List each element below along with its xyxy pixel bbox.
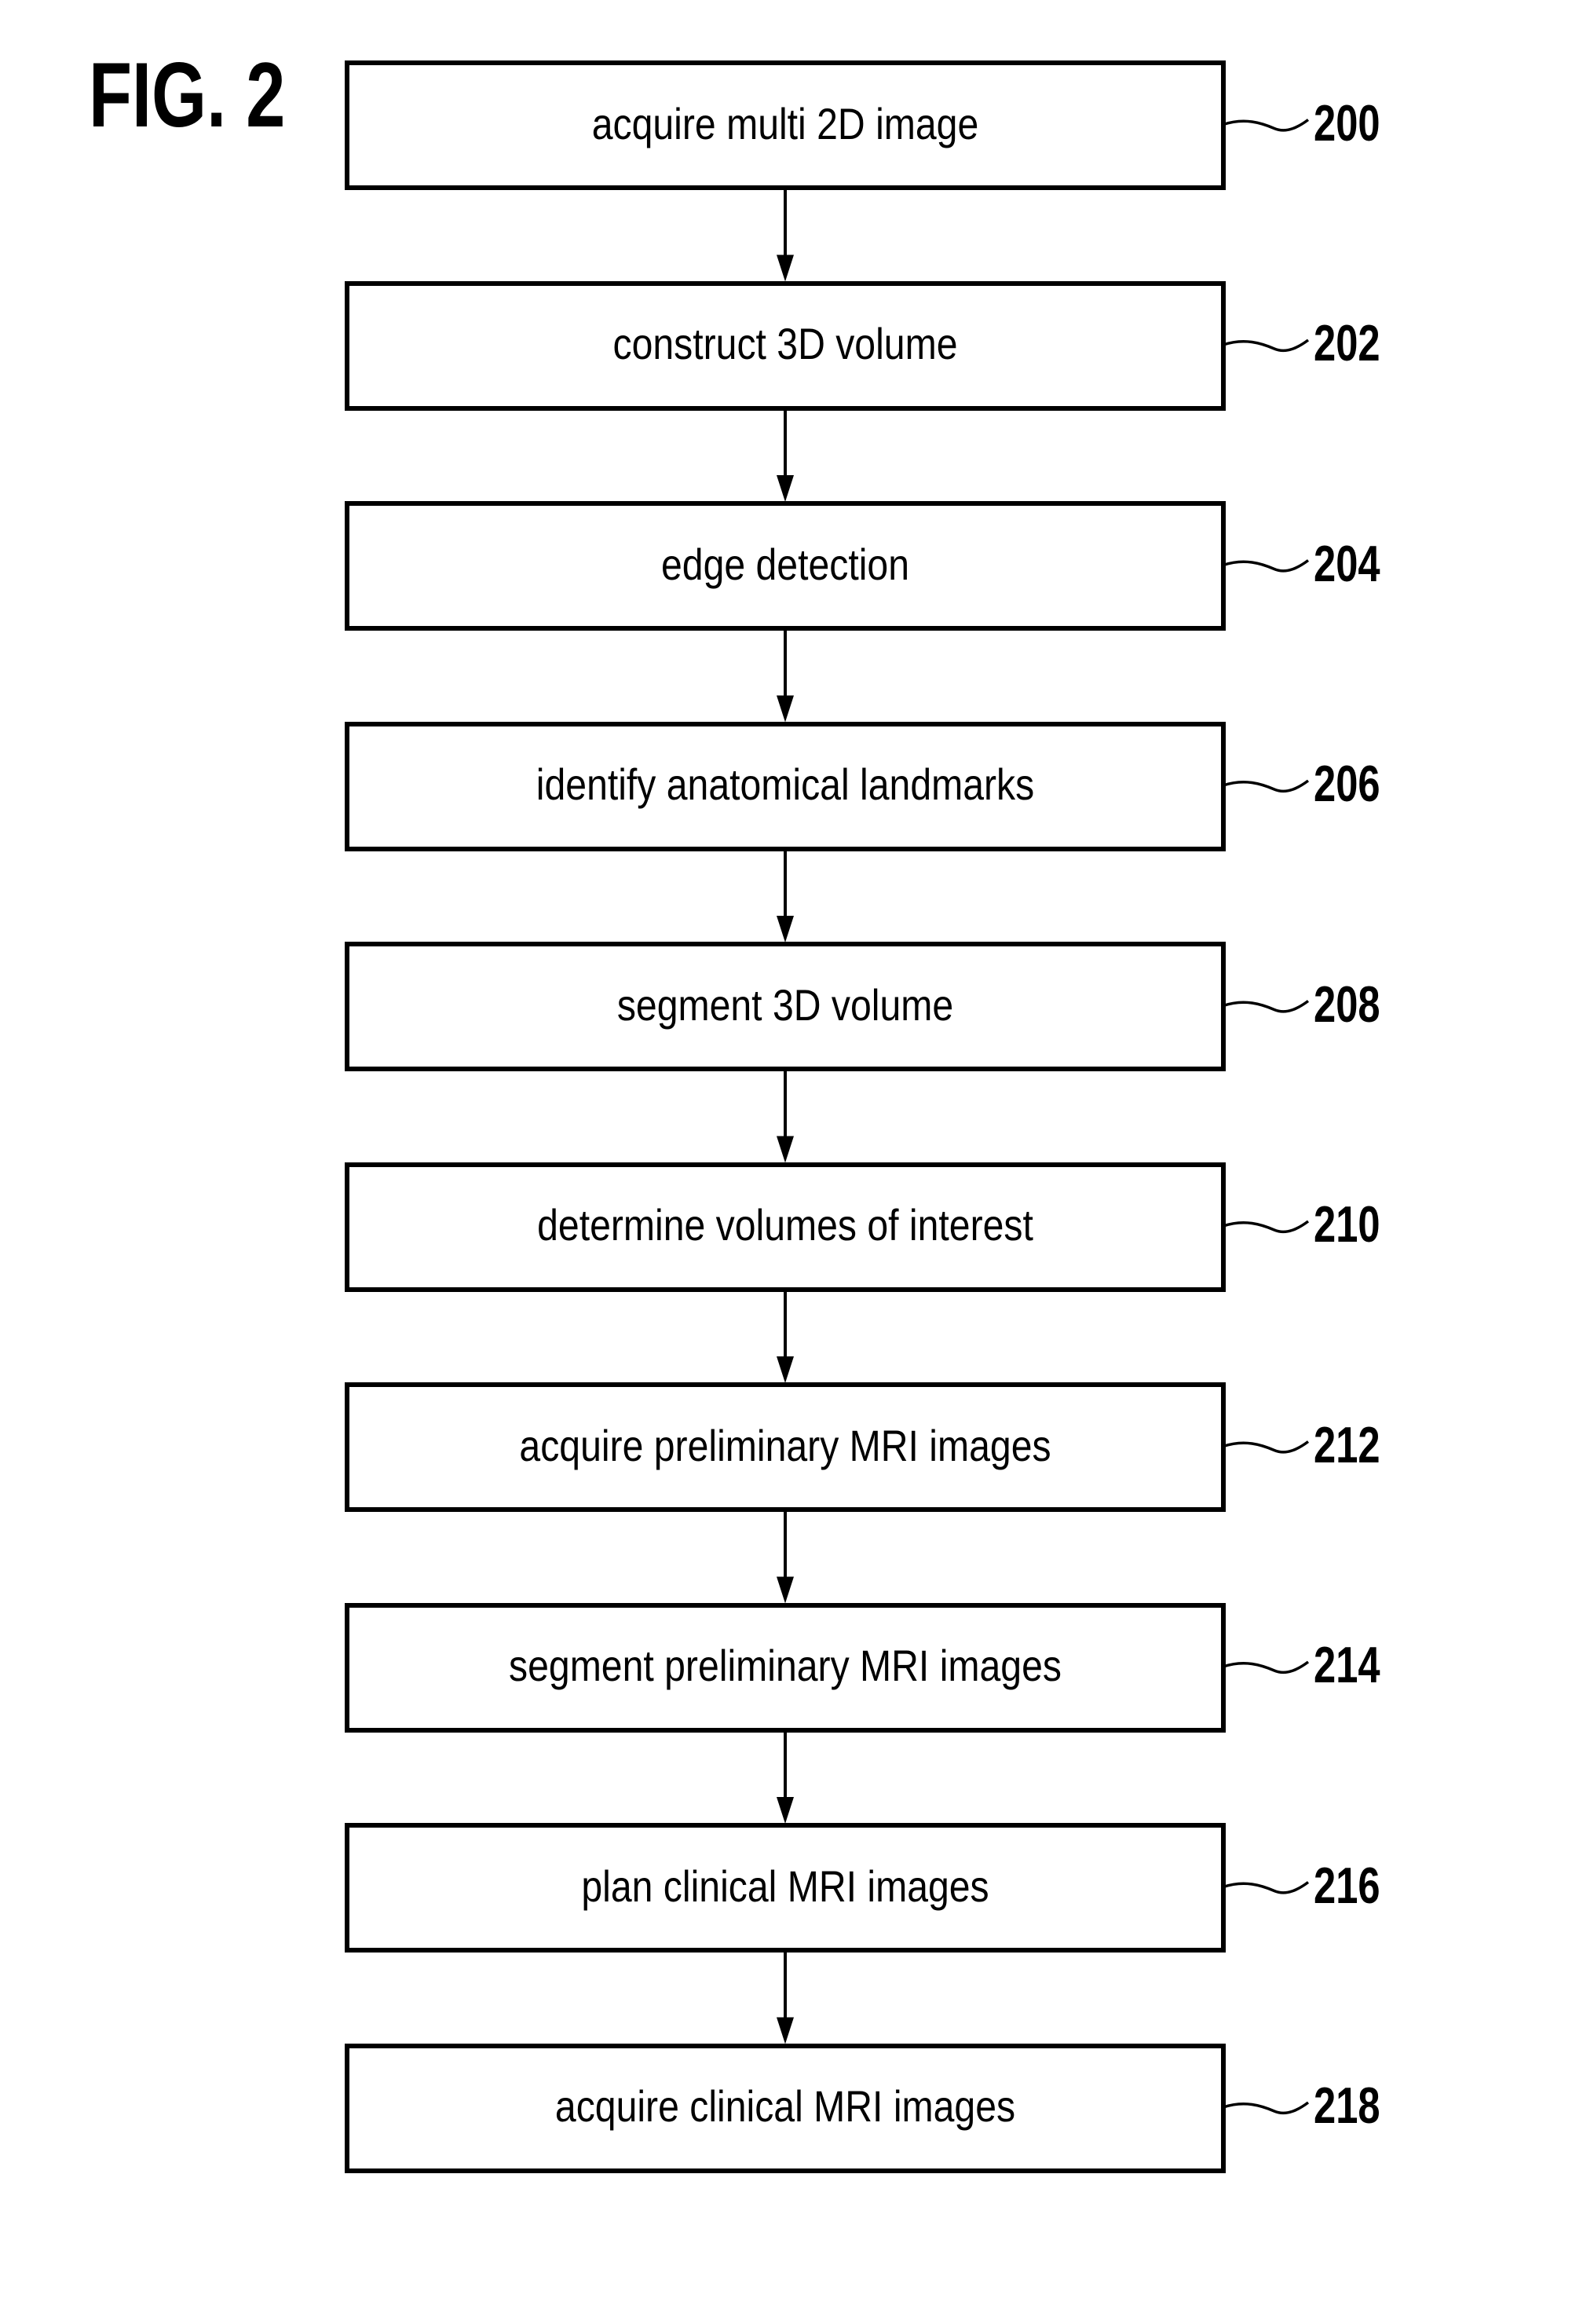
flow-step-box-218: acquire clinical MRI images bbox=[345, 2043, 1226, 2173]
reference-numeral-210: 210 bbox=[1314, 1195, 1380, 1253]
flow-step-box-216: plan clinical MRI images bbox=[345, 1823, 1226, 1953]
flow-step-label-210: determine volumes of interest bbox=[537, 1200, 1033, 1250]
arrowhead-icon bbox=[777, 1576, 794, 1604]
arrowhead-icon bbox=[777, 1136, 794, 1163]
arrowhead-icon bbox=[777, 1356, 794, 1383]
flow-step-box-204: edge detection bbox=[345, 501, 1226, 631]
reference-numeral-202: 202 bbox=[1314, 314, 1380, 371]
flow-step-label-204: edge detection bbox=[661, 539, 909, 589]
flow-step-box-212: acquire preliminary MRI images bbox=[345, 1382, 1226, 1512]
flow-step-label-214: segment preliminary MRI images bbox=[509, 1641, 1062, 1690]
leader-line-204 bbox=[1223, 559, 1310, 573]
leader-line-216 bbox=[1223, 1881, 1310, 1894]
flow-step-box-206: identify anatomical landmarks bbox=[345, 721, 1226, 851]
flow-step-label-216: plan clinical MRI images bbox=[581, 1861, 989, 1911]
arrowhead-icon bbox=[777, 916, 794, 942]
flow-step-label-208: segment 3D volume bbox=[616, 979, 954, 1030]
reference-numeral-216: 216 bbox=[1314, 1856, 1380, 1914]
flow-step-label-218: acquire clinical MRI images bbox=[554, 2081, 1016, 2131]
leader-line-210 bbox=[1223, 1220, 1310, 1234]
leader-line-218 bbox=[1223, 2101, 1310, 2115]
flow-step-label-206: identify anatomical landmarks bbox=[536, 759, 1035, 809]
arrowhead-icon bbox=[777, 1797, 794, 1824]
arrowhead-icon bbox=[777, 695, 794, 723]
arrowhead-icon bbox=[777, 254, 794, 282]
reference-numeral-200: 200 bbox=[1314, 93, 1380, 152]
flow-step-label-212: acquire preliminary MRI images bbox=[519, 1420, 1051, 1470]
leader-line-206 bbox=[1223, 779, 1310, 793]
reference-numeral-206: 206 bbox=[1314, 755, 1380, 812]
flow-step-box-200: acquire multi 2D image bbox=[345, 60, 1226, 190]
flow-step-box-202: construct 3D volume bbox=[345, 280, 1226, 411]
leader-line-212 bbox=[1223, 1440, 1310, 1454]
flow-step-box-214: segment preliminary MRI images bbox=[345, 1602, 1226, 1733]
arrowhead-icon bbox=[777, 475, 794, 502]
reference-numeral-214: 214 bbox=[1314, 1636, 1380, 1693]
arrowhead-icon bbox=[777, 2017, 794, 2044]
figure-title: FIG. 2 bbox=[89, 43, 286, 146]
leader-line-202 bbox=[1223, 339, 1310, 353]
leader-line-200 bbox=[1223, 119, 1310, 132]
flow-step-label-202: construct 3D volume bbox=[612, 319, 958, 368]
leader-line-208 bbox=[1223, 1000, 1310, 1013]
flow-step-label-200: acquire multi 2D image bbox=[591, 98, 979, 148]
leader-line-214 bbox=[1223, 1660, 1310, 1674]
reference-numeral-208: 208 bbox=[1314, 975, 1380, 1033]
flow-step-box-210: determine volumes of interest bbox=[345, 1162, 1226, 1292]
flow-step-box-208: segment 3D volume bbox=[345, 942, 1226, 1071]
reference-numeral-218: 218 bbox=[1314, 2077, 1380, 2134]
reference-numeral-204: 204 bbox=[1314, 534, 1380, 592]
reference-numeral-212: 212 bbox=[1314, 1415, 1380, 1473]
